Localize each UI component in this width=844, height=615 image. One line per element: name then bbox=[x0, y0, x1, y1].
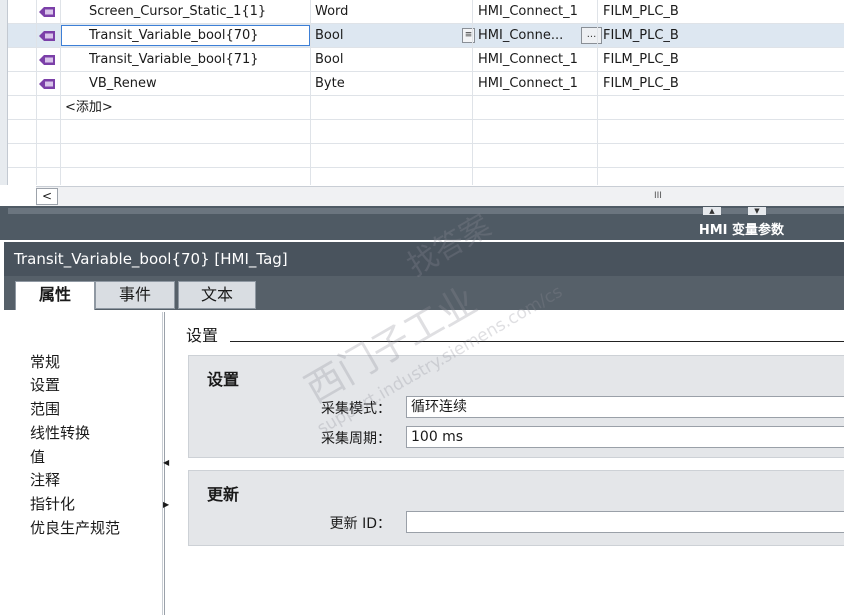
update-group-title: 更新 bbox=[207, 485, 240, 504]
scroll-thumb-grip[interactable]: III bbox=[654, 188, 662, 205]
tab-texts[interactable]: 文本 bbox=[178, 281, 256, 309]
expand-down-icon[interactable]: ▼ bbox=[748, 207, 766, 215]
tag-type-cell[interactable]: Byte bbox=[315, 72, 465, 95]
acquisition-cycle-label: 采集周期： bbox=[321, 431, 391, 447]
table-horizontal-scrollbar[interactable]: < III bbox=[36, 186, 844, 206]
nav-item-comment[interactable]: 注释 bbox=[30, 469, 60, 492]
tag-name-cell[interactable]: Transit_Variable_bool{71} bbox=[89, 48, 309, 71]
table-row[interactable]: Transit_Variable_bool{71} Bool HMI_Conne… bbox=[8, 48, 844, 72]
nav-item-pointer[interactable]: 指针化 bbox=[30, 493, 75, 516]
hmi-tag-icon bbox=[39, 79, 55, 89]
update-id-field[interactable] bbox=[406, 511, 844, 533]
table-row[interactable]: VB_Renew Byte HMI_Connect_1 FILM_PLC_B bbox=[8, 72, 844, 96]
settings-group: 设置 采集模式： 循环连续 采集周期： 100 ms bbox=[188, 355, 844, 458]
settings-group-title: 设置 bbox=[207, 370, 240, 389]
column-divider bbox=[60, 0, 61, 185]
nav-item-range[interactable]: 范围 bbox=[30, 398, 60, 421]
nav-item-gmp[interactable]: 优良生产规范 bbox=[30, 517, 120, 540]
tag-connection-cell[interactable]: HMI_Conne... bbox=[478, 24, 578, 47]
tag-plc-cell[interactable]: FILM_PLC_B bbox=[603, 0, 753, 23]
nav-item-values[interactable]: 值 bbox=[30, 446, 45, 469]
acquisition-mode-label: 采集模式： bbox=[321, 401, 391, 417]
update-group: 更新 更新 ID： bbox=[188, 470, 844, 546]
tag-name-cell[interactable]: VB_Renew bbox=[89, 72, 309, 95]
tag-type-cell[interactable]: Bool bbox=[315, 24, 455, 47]
update-id-label: 更新 ID： bbox=[329, 516, 391, 532]
panel-splitter[interactable]: ▲ ▼ HMI 变量参数 bbox=[0, 206, 844, 240]
column-divider bbox=[597, 0, 598, 185]
scroll-left-button[interactable]: < bbox=[36, 188, 58, 205]
empty-row bbox=[8, 168, 844, 185]
nav-item-general[interactable]: 常规 bbox=[30, 351, 60, 374]
tab-events[interactable]: 事件 bbox=[95, 281, 175, 309]
table-row[interactable]: Screen_Cursor_Static_1{1} Word HMI_Conne… bbox=[8, 0, 844, 24]
section-title: 设置 bbox=[186, 326, 219, 345]
row-header-gutter bbox=[0, 0, 8, 185]
tag-connection-cell[interactable]: HMI_Connect_1 bbox=[478, 72, 596, 95]
tag-type-cell[interactable]: Word bbox=[315, 0, 465, 23]
tag-name-edit-text: Transit_Variable_bool{70} bbox=[89, 28, 259, 43]
hmi-tag-icon bbox=[39, 31, 55, 41]
tag-plc-cell[interactable]: FILM_PLC_B bbox=[603, 48, 753, 71]
tag-type-cell[interactable]: Bool bbox=[315, 48, 465, 71]
hmi-tag-icon bbox=[39, 55, 55, 65]
tag-plc-cell[interactable]: FILM_PLC_B bbox=[603, 72, 753, 95]
section-rule bbox=[230, 341, 844, 342]
collapse-up-icon[interactable]: ▲ bbox=[703, 207, 721, 215]
splitter-label: HMI 变量参数 bbox=[698, 223, 784, 238]
table-row-selected[interactable]: Transit_Variable_bool{70} Bool ≡ HMI_Con… bbox=[8, 24, 844, 48]
tag-plc-cell[interactable]: FILM_PLC_B bbox=[603, 24, 753, 47]
nav-item-settings[interactable]: 设置 bbox=[30, 374, 60, 397]
tag-name-cell[interactable]: Screen_Cursor_Static_1{1} bbox=[89, 0, 309, 23]
column-divider bbox=[472, 0, 473, 185]
type-dropdown-button[interactable]: ≡ bbox=[462, 28, 475, 43]
column-divider bbox=[310, 0, 311, 185]
property-nav bbox=[4, 312, 164, 615]
column-divider bbox=[36, 0, 37, 185]
acquisition-cycle-field[interactable]: 100 ms bbox=[406, 426, 844, 448]
nav-expand-icon[interactable]: ▶ bbox=[163, 500, 169, 509]
tab-properties[interactable]: 属性 bbox=[15, 281, 95, 311]
hmi-tag-icon bbox=[39, 7, 55, 17]
tag-connection-cell[interactable]: HMI_Connect_1 bbox=[478, 0, 596, 23]
nav-collapse-icon[interactable]: ◀ bbox=[163, 458, 169, 467]
add-tag-row[interactable]: <添加> bbox=[8, 96, 844, 120]
add-tag-placeholder[interactable]: <添加> bbox=[65, 96, 185, 119]
empty-row bbox=[8, 120, 844, 144]
tag-connection-cell[interactable]: HMI_Connect_1 bbox=[478, 48, 596, 71]
nav-item-linear-scaling[interactable]: 线性转换 bbox=[30, 422, 90, 445]
acquisition-mode-field[interactable]: 循环连续 bbox=[406, 396, 844, 418]
tag-name-edit-field[interactable]: Transit_Variable_bool{70} bbox=[61, 25, 310, 46]
hmi-tag-table: Screen_Cursor_Static_1{1} Word HMI_Conne… bbox=[0, 0, 844, 185]
connection-browse-button[interactable]: ... bbox=[581, 27, 602, 44]
empty-row bbox=[8, 144, 844, 168]
inspector-title: Transit_Variable_bool{70} [HMI_Tag] bbox=[4, 242, 844, 276]
